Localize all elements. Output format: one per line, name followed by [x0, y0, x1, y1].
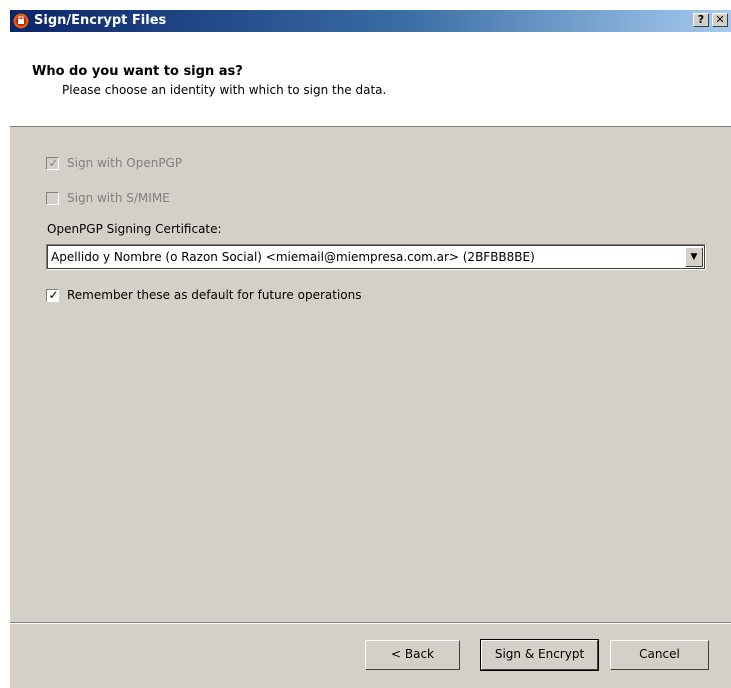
app-icon	[13, 13, 29, 29]
help-button[interactable]: ?	[693, 13, 709, 27]
sign-smime-label: Sign with S/MIME	[67, 191, 170, 205]
remember-checkbox-row[interactable]: ✓ Remember these as default for future o…	[46, 287, 361, 303]
page-title: Who do you want to sign as?	[32, 64, 243, 79]
chevron-down-icon[interactable]: ▼	[685, 247, 703, 267]
remember-checkbox[interactable]: ✓	[46, 287, 59, 302]
remember-label: Remember these as default for future ope…	[67, 288, 362, 302]
sign-encrypt-dialog: Sign/Encrypt Files ? ✕ Who do you want t…	[10, 10, 731, 688]
sign-openpgp-checkbox[interactable]: ✓	[46, 155, 59, 170]
back-button[interactable]: < Back	[365, 640, 460, 670]
cancel-button[interactable]: Cancel	[610, 640, 709, 670]
page-subtitle: Please choose an identity with which to …	[62, 83, 387, 97]
sign-smime-checkbox[interactable]	[46, 191, 59, 205]
signing-certificate-combobox[interactable]: Apellido y Nombre (o Razon Social) <miem…	[46, 244, 706, 270]
footer-divider-highlight	[10, 623, 731, 624]
sign-openpgp-checkbox-row[interactable]: ✓ Sign with OpenPGP	[46, 155, 182, 171]
cert-label: OpenPGP Signing Certificate:	[47, 222, 222, 236]
sign-encrypt-button[interactable]: Sign & Encrypt	[480, 639, 599, 671]
sign-openpgp-label: Sign with OpenPGP	[67, 156, 183, 170]
close-button[interactable]: ✕	[712, 13, 728, 27]
window-title: Sign/Encrypt Files	[34, 13, 167, 28]
wizard-header: Who do you want to sign as? Please choos…	[10, 32, 731, 127]
title-bar[interactable]: Sign/Encrypt Files ? ✕	[10, 10, 731, 32]
check-icon: ✓	[48, 155, 59, 170]
signing-certificate-value: Apellido y Nombre (o Razon Social) <miem…	[51, 250, 535, 264]
check-icon: ✓	[48, 287, 59, 302]
sign-smime-checkbox-row[interactable]: Sign with S/MIME	[46, 190, 170, 206]
